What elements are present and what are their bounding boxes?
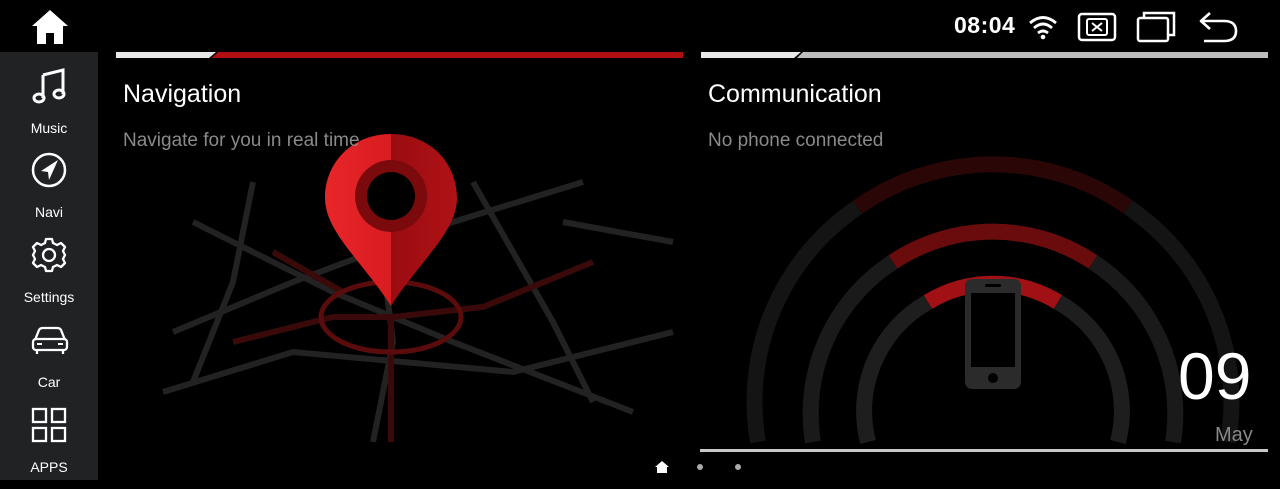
communication-subtitle: No phone connected bbox=[708, 130, 884, 151]
sidebar-item-label: APPS bbox=[30, 459, 68, 475]
wifi-icon bbox=[1029, 16, 1057, 40]
home-icon bbox=[655, 461, 669, 473]
date-month: May bbox=[1215, 424, 1253, 446]
compass-icon bbox=[31, 152, 67, 188]
date-divider bbox=[700, 449, 1268, 452]
sidebar-item-settings[interactable]: Settings bbox=[0, 237, 98, 319]
home-icon[interactable] bbox=[30, 8, 70, 46]
page-dot bbox=[697, 464, 703, 470]
sidebar-item-apps[interactable]: APPS bbox=[0, 407, 98, 489]
sidebar-item-car[interactable]: Car bbox=[0, 322, 98, 404]
grid-icon bbox=[31, 407, 67, 443]
location-pin-icon bbox=[325, 134, 457, 306]
close-window-icon[interactable] bbox=[1077, 12, 1117, 42]
sidebar-item-label: Settings bbox=[23, 289, 75, 305]
multi-window-icon[interactable] bbox=[1136, 11, 1176, 43]
card-top-bar bbox=[116, 52, 683, 58]
sidebar-item-label: Music bbox=[30, 120, 68, 136]
navigation-title: Navigation bbox=[123, 80, 242, 108]
sidebar: Music Navi Settings Car APPS bbox=[0, 52, 98, 480]
phone-icon bbox=[965, 279, 1021, 389]
sidebar-item-label: Car bbox=[37, 374, 61, 390]
music-note-icon bbox=[32, 68, 66, 104]
page-indicator[interactable] bbox=[654, 460, 754, 474]
sidebar-item-label: Navi bbox=[34, 204, 63, 220]
gear-icon bbox=[31, 237, 67, 273]
date-day: 09 bbox=[1178, 339, 1252, 413]
communication-title: Communication bbox=[708, 80, 882, 108]
back-icon[interactable] bbox=[1198, 11, 1240, 43]
card-top-bar bbox=[701, 52, 1268, 58]
navigation-card[interactable]: Navigation Navigate for you in real time bbox=[113, 52, 685, 452]
sidebar-item-music[interactable]: Music bbox=[0, 68, 98, 150]
car-icon bbox=[31, 326, 69, 354]
navigation-subtitle: Navigate for you in real time bbox=[123, 130, 360, 151]
sidebar-item-navi[interactable]: Navi bbox=[0, 152, 98, 234]
page-dot bbox=[735, 464, 741, 470]
clock: 08:04 bbox=[954, 12, 1016, 38]
